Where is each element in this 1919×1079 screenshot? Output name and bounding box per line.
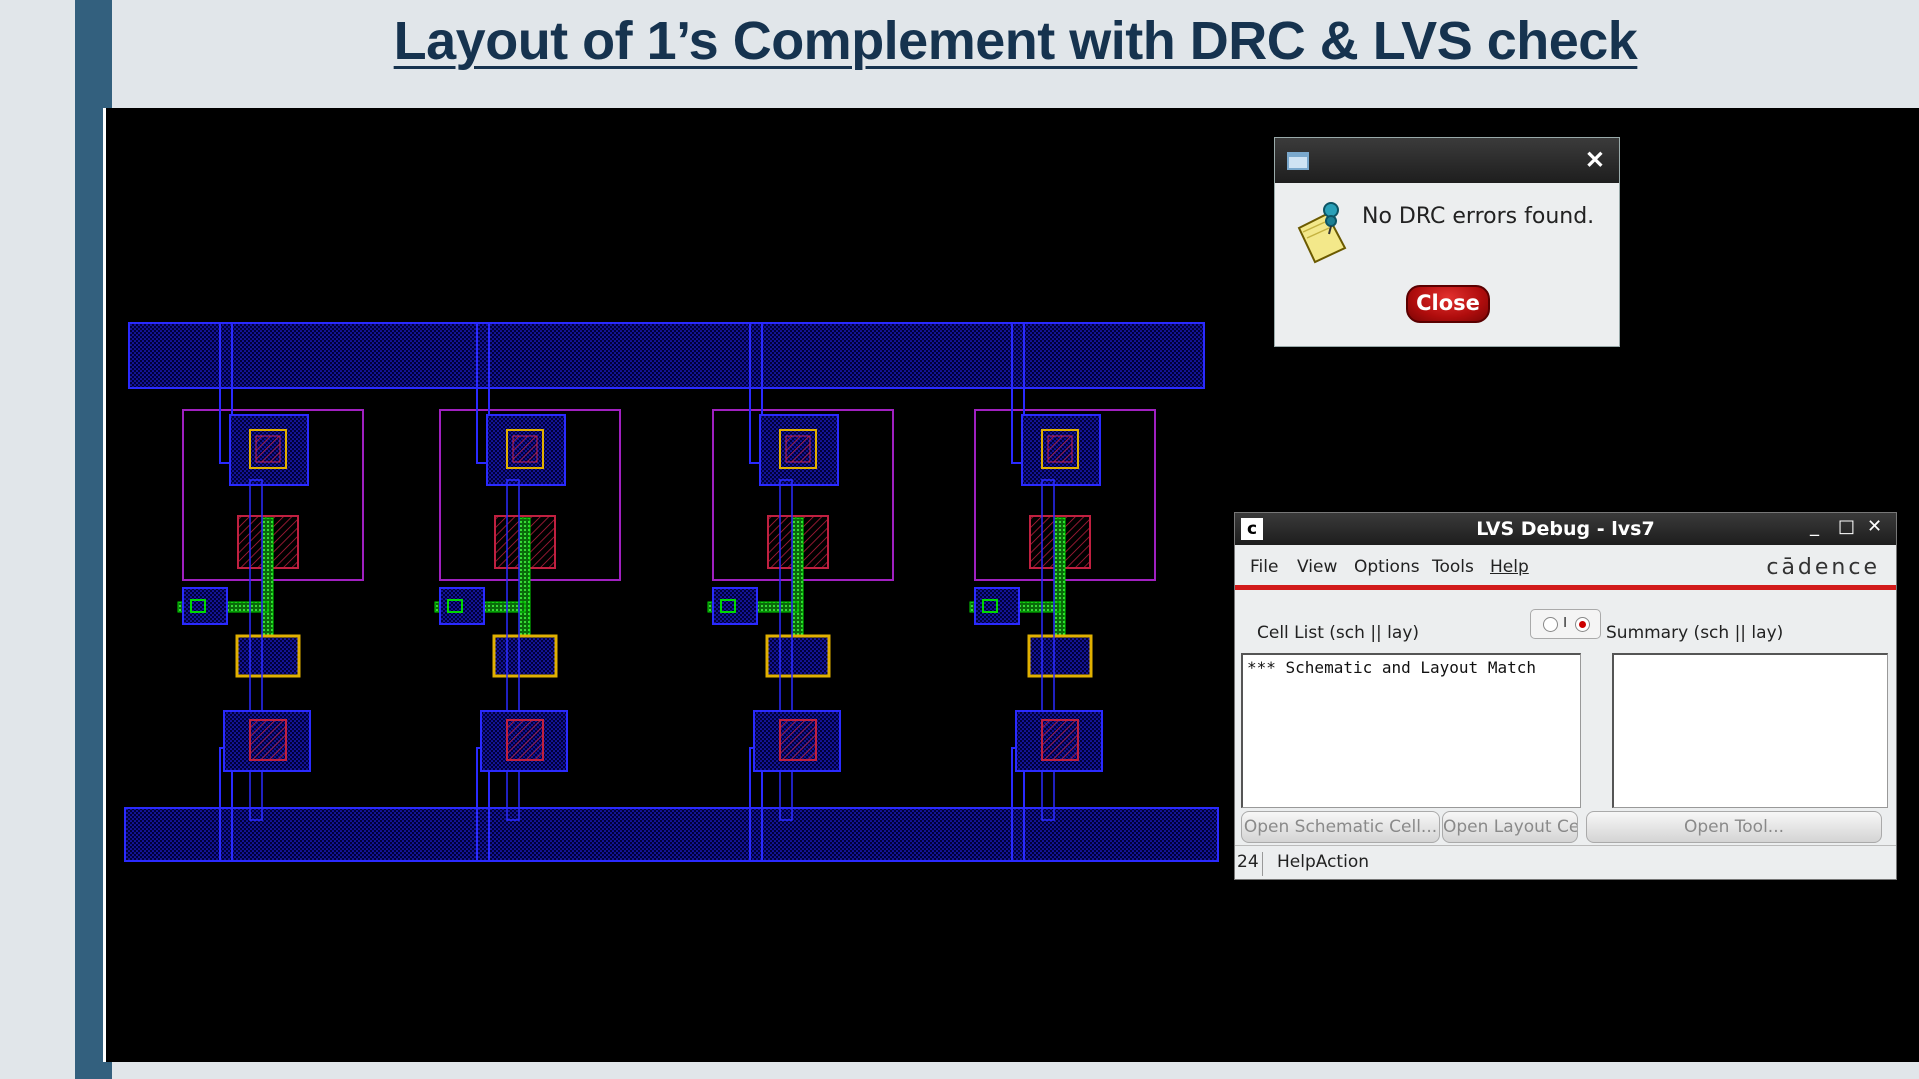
close-icon[interactable]: ✕	[1585, 146, 1605, 175]
output-contact	[765, 634, 831, 678]
menu-tools[interactable]: Tools	[1432, 557, 1474, 577]
list-item[interactable]: *** Schematic and Layout Match	[1247, 658, 1536, 677]
vdd-rail	[128, 322, 1205, 389]
inverter-cell-3	[707, 322, 894, 862]
nmos-diffusion	[1041, 719, 1079, 761]
inverter-cell-1	[177, 322, 364, 862]
radio-lay[interactable]	[1575, 617, 1590, 632]
lvs-window-title: LVS Debug - lvs7	[1476, 518, 1655, 540]
open-schematic-cell-button[interactable]: Open Schematic Cell...	[1241, 811, 1440, 843]
open-layout-cell-button[interactable]: Open Layout Cell...	[1442, 811, 1578, 843]
summary-box[interactable]	[1612, 653, 1888, 808]
nmos-diffusion	[506, 719, 544, 761]
via-top	[1047, 435, 1073, 463]
menu-help[interactable]: Help	[1490, 557, 1529, 577]
status-number: 24	[1235, 852, 1263, 876]
lvs-titlebar: c LVS Debug - lvs7 _ □ ✕	[1235, 513, 1896, 545]
drc-result-dialog: ✕ No DRC errors found. Close	[1274, 137, 1620, 347]
status-bar: 24 HelpAction	[1235, 845, 1896, 879]
window-icon	[1287, 152, 1309, 170]
drc-titlebar: ✕	[1275, 138, 1619, 183]
cell-list-label: Cell List (sch || lay)	[1257, 623, 1420, 643]
radio-separator: I	[1563, 614, 1568, 631]
via-top	[512, 435, 538, 463]
nmos-diffusion	[779, 719, 817, 761]
inverter-cell-4	[969, 322, 1156, 862]
menu-file[interactable]: File	[1250, 557, 1278, 577]
open-tool-button[interactable]: Open Tool...	[1586, 811, 1882, 843]
lvs-debug-window: c LVS Debug - lvs7 _ □ ✕ File View Optio…	[1234, 512, 1897, 880]
output-contact	[1027, 634, 1093, 678]
output-contact	[492, 634, 558, 678]
minimize-icon[interactable]: _	[1810, 516, 1819, 537]
radio-sch[interactable]	[1543, 617, 1558, 632]
drc-message: No DRC errors found.	[1362, 204, 1595, 229]
close-button[interactable]: Close	[1406, 285, 1490, 323]
status-text: HelpAction	[1277, 852, 1369, 872]
view-radio-group: I	[1530, 609, 1601, 639]
cell-list-box[interactable]: *** Schematic and Layout Match	[1241, 653, 1581, 808]
menu-options[interactable]: Options	[1354, 557, 1420, 577]
via-top	[785, 435, 811, 463]
slide-title: Layout of 1’s Complement with DRC & LVS …	[393, 11, 1638, 71]
via-top	[255, 435, 281, 463]
maximize-icon[interactable]: □	[1838, 516, 1855, 537]
summary-label: Summary (sch || lay)	[1606, 623, 1784, 643]
inverter-cell-2	[434, 322, 621, 862]
cadence-logo: cādence	[1766, 555, 1880, 580]
nmos-diffusion	[249, 719, 287, 761]
close-icon[interactable]: ✕	[1867, 516, 1882, 537]
slide-left-margin	[0, 0, 75, 1079]
lvs-menubar: File View Options Tools Help cādence	[1235, 546, 1896, 590]
output-contact	[235, 634, 301, 678]
menu-view[interactable]: View	[1297, 557, 1337, 577]
notepad-pin-icon	[1297, 202, 1347, 264]
